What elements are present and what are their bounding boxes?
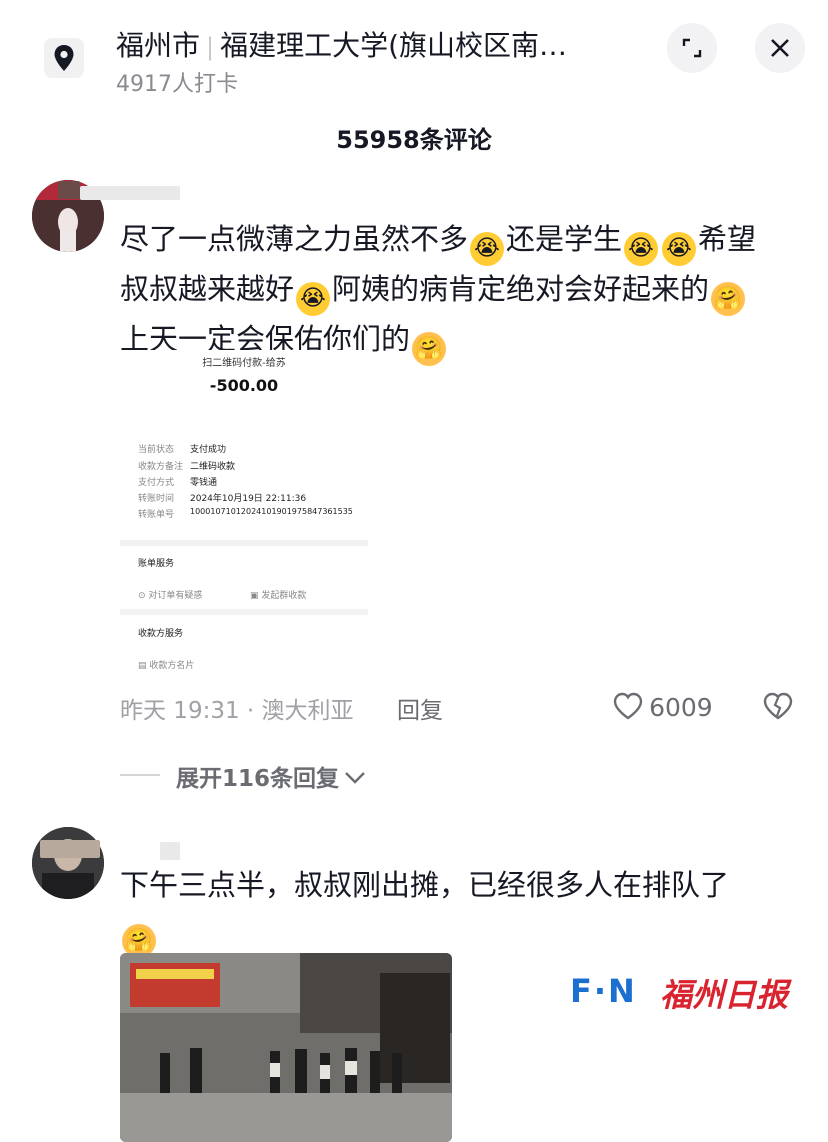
expand-divider [120,774,160,776]
receipt-value: 零钱通 [190,478,218,488]
divider [120,540,368,546]
reply-button[interactable]: 回复 [397,691,443,725]
receipt-value: 100010710120241019019758473​61535 [190,507,353,516]
username-blurred[interactable] [40,840,100,858]
hug-emoji-icon: 🤗 [412,332,447,366]
expand-replies-button[interactable]: 展开116条回复 [176,759,366,793]
city-name: 福州市 [116,29,201,62]
crying-emoji-icon: 😭 [662,232,697,266]
divider [120,609,368,615]
crying-emoji-icon: 😭 [624,232,659,266]
receipt-action-group: ▣ 发起群收款 [250,591,307,601]
location-badge[interactable] [44,38,84,78]
dislike-button[interactable] [762,691,794,725]
expand-replies-label: 展开116条回复 [176,766,340,792]
receipt-value: 支付成功 [190,445,227,455]
receipt-section-title: 账单服务 [138,559,175,569]
card-icon: ▤ [138,661,150,671]
broken-heart-icon [763,692,793,720]
close-icon [771,39,789,57]
receipt-value: 2024年10月19日 22:11:36 [190,494,307,504]
location-pin-icon [54,45,74,71]
hug-emoji-icon: 🤗 [711,282,746,316]
receipt-label: 支付方式 [138,478,175,488]
street-stall-photo [120,953,452,1142]
expand-icon [682,38,702,58]
queue-photo[interactable] [120,953,452,1142]
receipt-action-question: ⊙ 对订单有疑惑 [138,591,203,601]
question-icon: ⊙ [138,591,149,601]
like-button[interactable]: 6009 [612,691,713,722]
receipt-label: 收款方备注 [138,462,184,472]
fuzhou-daily-logo: 福州日报 [660,976,789,1014]
crying-emoji-icon: 😭 [296,282,331,316]
heart-icon [613,692,643,720]
place-name: 福建理工大学(旗山校区南… [220,29,568,62]
receipt-label: 当前状态 [138,445,175,455]
checkin-count: 4917人打卡 [116,72,238,97]
receipt-label: 转账时间 [138,494,175,504]
document-icon: ▣ [250,591,262,601]
username-blurred[interactable] [160,842,180,860]
receipt-amount: -500.00 [209,376,279,395]
chevron-down-icon [345,772,365,784]
comment-text: 下午三点半，叔叔刚出摊，已经很多人在排队了 🤗 [120,862,810,958]
comment-text: 尽了一点微薄之力虽然不多 😭 还是学生 😭 😭 希望 叔叔越来越好 😭 阿姨的病肯定绝对会好起… [120,216,810,366]
title-separator: | [206,33,215,61]
avatar-image [32,827,104,899]
payment-receipt-image[interactable]: 扫二维码付款-给苏 -500.00 当前状态 支付成功 收款方备注 二维码收款 … [120,350,368,680]
receipt-payee-card: ▤ 收款方名片 [138,661,195,671]
receipt-title: 扫二维码付款-给苏 [202,358,286,369]
avatar[interactable] [32,827,104,899]
like-count: 6009 [649,693,713,722]
comment-meta: 昨天 19:31 · 澳大利亚 [120,698,354,724]
receipt-value: 二维码收款 [190,462,236,472]
close-button[interactable] [755,23,805,73]
username-blurred[interactable] [80,186,180,200]
receipt-section-title: 收款方服务 [138,629,184,639]
fn-logo: F·N [570,972,637,1010]
username-blurred[interactable] [58,181,80,199]
comment-count: 55958条评论 [336,126,492,154]
location-title[interactable]: 福州市 | 福建理工大学(旗山校区南… [116,24,567,64]
expand-button[interactable] [667,23,717,73]
crying-emoji-icon: 😭 [470,232,505,266]
receipt-label: 转账单号 [138,510,175,520]
